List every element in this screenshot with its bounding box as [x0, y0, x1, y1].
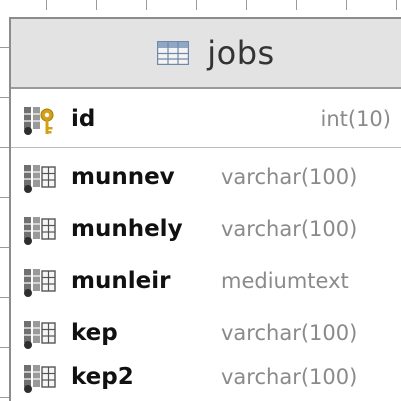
table-grid-icon: [157, 41, 190, 65]
column-name: munhely: [71, 216, 183, 242]
column-icon: [22, 213, 56, 247]
column-type: varchar(100): [221, 217, 358, 241]
ruler-tick: [246, 0, 247, 10]
column-row-munleir[interactable]: munleir mediumtext: [11, 255, 401, 307]
column-name: id: [71, 106, 96, 132]
column-type: mediumtext: [221, 269, 349, 293]
ruler-tick: [46, 0, 47, 10]
primary-key-separator: [11, 147, 401, 148]
primary-key-column-icon: [22, 103, 56, 137]
ruler-tick: [96, 0, 97, 10]
column-type: int(10): [320, 107, 392, 131]
column-icon: [22, 161, 56, 195]
column-icon: [22, 265, 56, 299]
column-row-munnev[interactable]: munnev varchar(100): [11, 151, 401, 203]
column-icon: [22, 361, 56, 395]
ruler-tick: [146, 0, 147, 10]
column-type: varchar(100): [221, 365, 358, 389]
table-title: jobs: [207, 34, 275, 72]
ruler-tick: [346, 0, 347, 10]
ruler-tick: [396, 0, 397, 10]
table-node-jobs[interactable]: jobs id int(10) munnev varchar(100) munh…: [9, 17, 401, 401]
column-name: kep2: [71, 364, 134, 390]
ruler-tick: [296, 0, 297, 10]
column-row-munhely[interactable]: munhely varchar(100): [11, 203, 401, 255]
diagram-canvas: jobs id int(10) munnev varchar(100) munh…: [0, 0, 401, 401]
table-header[interactable]: jobs: [11, 19, 401, 89]
column-icon: [22, 317, 56, 351]
column-type: varchar(100): [221, 165, 358, 189]
column-row-kep2[interactable]: kep2 varchar(100): [11, 351, 401, 401]
column-name: munnev: [71, 164, 175, 190]
column-name: munleir: [71, 268, 171, 294]
ruler-tick: [196, 0, 197, 10]
column-row-id[interactable]: id int(10): [11, 93, 401, 145]
